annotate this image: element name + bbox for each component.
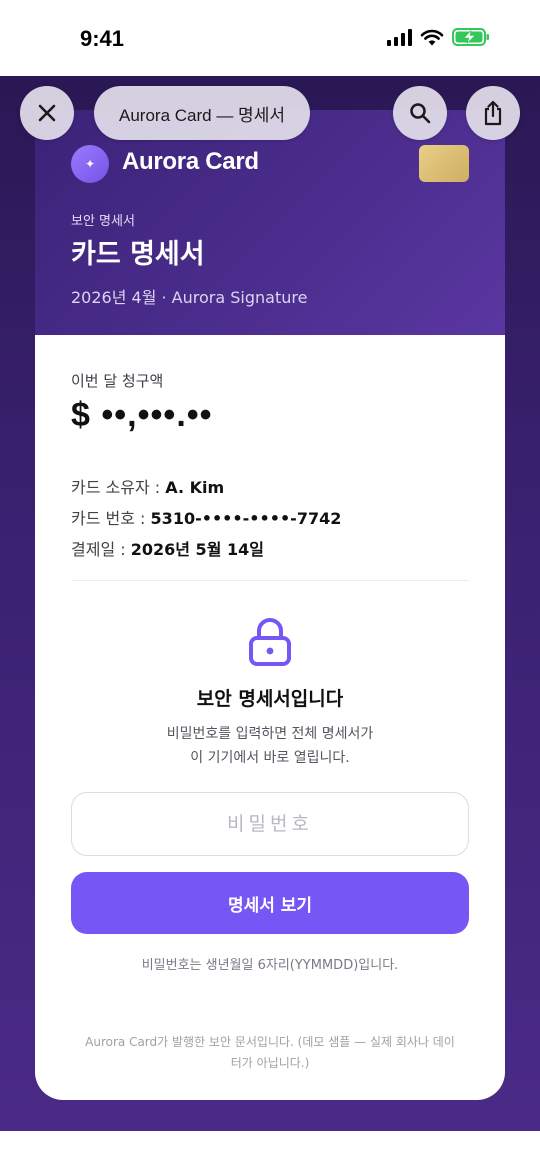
password-hint: 비밀번호는 생년월일 6자리(YYMMDD)입니다. xyxy=(141,958,399,973)
amount-label: 이번 달 청구액 xyxy=(71,372,164,390)
card-number-label: 카드 번호 : xyxy=(71,509,146,528)
page-title: 카드 명세서 xyxy=(71,239,205,270)
search-button[interactable] xyxy=(393,86,447,140)
lock-description-line2: 이 기기에서 바로 열립니다. xyxy=(190,750,350,766)
status-icons xyxy=(387,28,490,46)
footer-line2: 터가 아닙니다.) xyxy=(230,1056,310,1070)
password-input[interactable] xyxy=(71,792,469,856)
card-chip-icon xyxy=(419,145,469,182)
payment-date-label: 결제일 : xyxy=(71,540,126,559)
status-time: 9:41 xyxy=(80,26,125,51)
share-button[interactable] xyxy=(466,86,520,140)
footer-disclaimer: Aurora Card가 발행한 보안 문서입니다. (데모 샘플 — 실제 회… xyxy=(71,1032,469,1074)
divider xyxy=(71,580,469,581)
masked-amount: $ ••,•••.•• xyxy=(71,396,213,434)
card-number-value: 5310-••••-••••-7742 xyxy=(150,509,342,528)
footer-line1: Aurora Card가 발행한 보안 문서입니다. (데모 샘플 — 실제 회… xyxy=(85,1035,455,1049)
close-icon xyxy=(38,104,56,122)
search-icon xyxy=(410,103,431,124)
card-holder-label: 카드 소유자 : xyxy=(71,478,161,497)
battery-charging-icon xyxy=(452,28,489,46)
statement-period: 2026년 4월 · Aurora Signature xyxy=(71,288,308,307)
cellular-signal-icon xyxy=(387,28,412,46)
view-statement-button[interactable]: 명세서 보기 xyxy=(71,872,469,934)
lock-description-line1: 비밀번호를 입력하면 전체 명세서가 xyxy=(166,726,374,742)
browser-title[interactable]: Aurora Card — 명세서 xyxy=(94,86,310,140)
bottom-bar xyxy=(0,1131,540,1173)
card-number-row: 카드 번호 : 5310-••••-••••-7742 xyxy=(71,505,341,529)
close-button[interactable] xyxy=(20,86,74,140)
status-bar: 9:41 xyxy=(0,0,540,76)
lock-description: 비밀번호를 입력하면 전체 명세서가 이 기기에서 바로 열립니다. xyxy=(35,722,505,770)
lock-icon xyxy=(249,618,291,666)
lock-title: 보안 명세서입니다 xyxy=(196,688,344,710)
webview: ✦ Aurora Card 보안 명세서 카드 명세서 2026년 4월 · A… xyxy=(0,76,540,1131)
statement-eyebrow: 보안 명세서 xyxy=(71,214,135,229)
payment-date-row: 결제일 : 2026년 5월 14일 xyxy=(71,536,264,560)
share-icon xyxy=(484,100,502,126)
card-holder-row: 카드 소유자 : A. Kim xyxy=(71,474,224,498)
brand-logo-icon: ✦ xyxy=(71,145,109,183)
wifi-icon xyxy=(420,29,444,46)
statement-card: ✦ Aurora Card 보안 명세서 카드 명세서 2026년 4월 · A… xyxy=(35,110,505,1100)
card-header: ✦ Aurora Card 보안 명세서 카드 명세서 2026년 4월 · A… xyxy=(35,110,505,335)
payment-date-value: 2026년 5월 14일 xyxy=(130,540,264,559)
brand-name: Aurora Card xyxy=(122,148,259,175)
card-holder-value: A. Kim xyxy=(165,478,225,497)
